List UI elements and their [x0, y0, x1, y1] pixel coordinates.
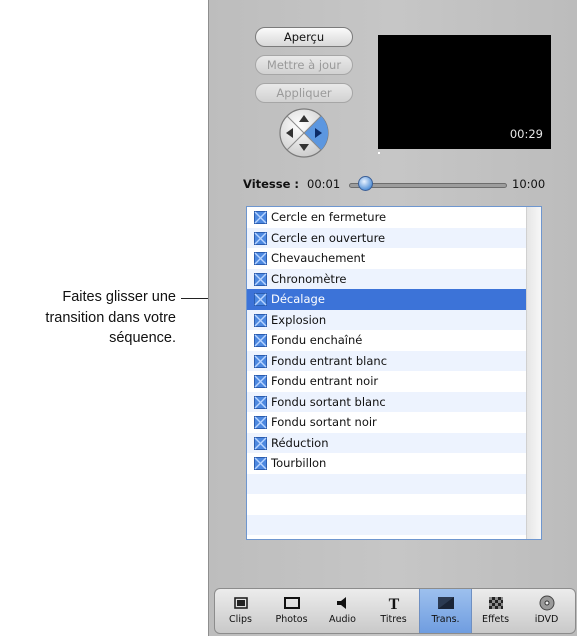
transition-item[interactable]: Cercle en fermeture	[247, 207, 527, 228]
preview-button[interactable]: Aperçu	[255, 27, 353, 47]
svg-text:T: T	[389, 596, 400, 611]
transition-label: Explosion	[271, 312, 327, 327]
audio-icon	[337, 597, 346, 609]
transition-item[interactable]: Fondu entrant blanc	[247, 350, 527, 371]
tab-audio[interactable]: Audio	[317, 589, 368, 633]
tab-label: Titres	[380, 614, 407, 625]
transition-label: Fondu entrant noir	[271, 374, 379, 388]
update-button[interactable]: Mettre à jour	[255, 55, 353, 75]
transition-label: Tourbillon	[271, 456, 327, 470]
transition-label: Cercle en fermeture	[271, 210, 387, 224]
tab-label: Trans.	[431, 614, 460, 625]
tab-effets[interactable]: Effets	[470, 589, 521, 633]
transition-label: Cercle en ouverture	[271, 230, 386, 245]
transition-item[interactable]: Décalage	[247, 289, 527, 310]
transition-thumbnail-icon	[254, 313, 267, 327]
transition-list[interactable]: Cercle en fermeture Cercle en ouverture Ch…	[246, 206, 542, 540]
direction-control[interactable]	[278, 107, 330, 159]
transition-thumbnail-icon	[254, 334, 267, 347]
transition-item[interactable]: Fondu enchaîné	[247, 330, 527, 351]
tab-label: Audio	[328, 614, 356, 625]
transition-thumbnail-icon	[254, 231, 267, 245]
transition-item[interactable]: Fondu sortant blanc	[247, 391, 527, 412]
photos-icon	[284, 597, 300, 609]
preview-monitor: 00:29	[378, 35, 551, 149]
tab-trans[interactable]: Trans.	[419, 589, 472, 633]
tab-clips[interactable]: Clips	[215, 589, 266, 633]
transition-thumbnail-icon	[254, 375, 267, 388]
transitions-panel: Aperçu Mettre à jour Appliquer 00:29 Vit…	[208, 0, 577, 636]
transition-thumbnail-icon	[254, 252, 267, 265]
preview-timecode: 00:29	[509, 127, 543, 141]
clips-icon	[234, 597, 248, 609]
callout-text: Faites glisser une transition dans votre…	[0, 287, 176, 349]
tab-titres[interactable]: T Titres	[368, 589, 419, 633]
transition-item[interactable]: Tourbillon	[247, 453, 527, 474]
callout-line-3: séquence.	[109, 330, 176, 346]
transition-label: Fondu sortant noir	[271, 415, 377, 429]
transition-thumbnail-icon	[254, 293, 267, 306]
tab-photos[interactable]: Photos	[266, 589, 317, 633]
transition-item[interactable]: Réduction	[247, 432, 527, 453]
titles-icon: T	[389, 596, 400, 611]
tab-label: iDVD	[534, 614, 559, 625]
tab-label: Photos	[275, 614, 308, 625]
empty-row	[247, 494, 527, 515]
transition-label: Chevauchement	[271, 251, 366, 265]
transition-item[interactable]: Fondu sortant noir	[247, 412, 527, 433]
preview-playhead	[378, 152, 380, 154]
transition-thumbnail-icon	[254, 416, 267, 429]
tab-label: Clips	[229, 614, 252, 625]
transition-thumbnail-icon	[254, 211, 267, 224]
apply-button[interactable]: Appliquer	[255, 83, 353, 103]
transition-list-items: Cercle en fermeture Cercle en ouverture Ch…	[247, 207, 527, 539]
transition-label: Réduction	[271, 435, 329, 450]
transition-item[interactable]: Fondu entrant noir	[247, 371, 527, 392]
transition-thumbnail-icon	[254, 354, 267, 368]
transition-list-scrollbar[interactable]	[526, 207, 541, 539]
transition-item[interactable]: Chevauchement	[247, 248, 527, 269]
callout-line-1: Faites glisser une	[62, 289, 176, 305]
transitions-icon	[438, 597, 454, 609]
transition-thumbnail-icon	[254, 272, 267, 286]
transition-item[interactable]: Chronomètre	[247, 268, 527, 289]
idvd-icon	[539, 595, 555, 611]
transition-label: Fondu sortant blanc	[271, 394, 386, 409]
transition-item[interactable]: Explosion	[247, 309, 527, 330]
transition-item[interactable]: Cercle en ouverture	[247, 227, 527, 248]
tab-idvd[interactable]: iDVD	[521, 589, 572, 633]
transition-thumbnail-icon	[254, 436, 267, 450]
transition-label: Décalage	[271, 292, 325, 306]
pane-tab-bar: Clips Photos Audio T Titres Trans. Effets iDVD	[214, 588, 576, 634]
speed-label: Vitesse :	[243, 177, 300, 191]
empty-row	[247, 473, 527, 494]
empty-row	[247, 514, 527, 535]
transition-thumbnail-icon	[254, 457, 267, 470]
callout-line-2: transition dans votre	[45, 309, 176, 326]
speed-slider-knob[interactable]	[358, 176, 373, 191]
transition-label: Chronomètre	[271, 271, 347, 286]
tab-label: Effets	[481, 614, 510, 625]
direction-arrows-icon	[279, 108, 329, 158]
speed-min-value: 00:01	[307, 177, 341, 191]
transition-label: Fondu entrant blanc	[271, 353, 388, 368]
transition-label: Fondu enchaîné	[271, 333, 363, 347]
speed-max-value: 10:00	[512, 177, 546, 191]
effects-icon	[489, 597, 503, 609]
transition-thumbnail-icon	[254, 395, 267, 409]
